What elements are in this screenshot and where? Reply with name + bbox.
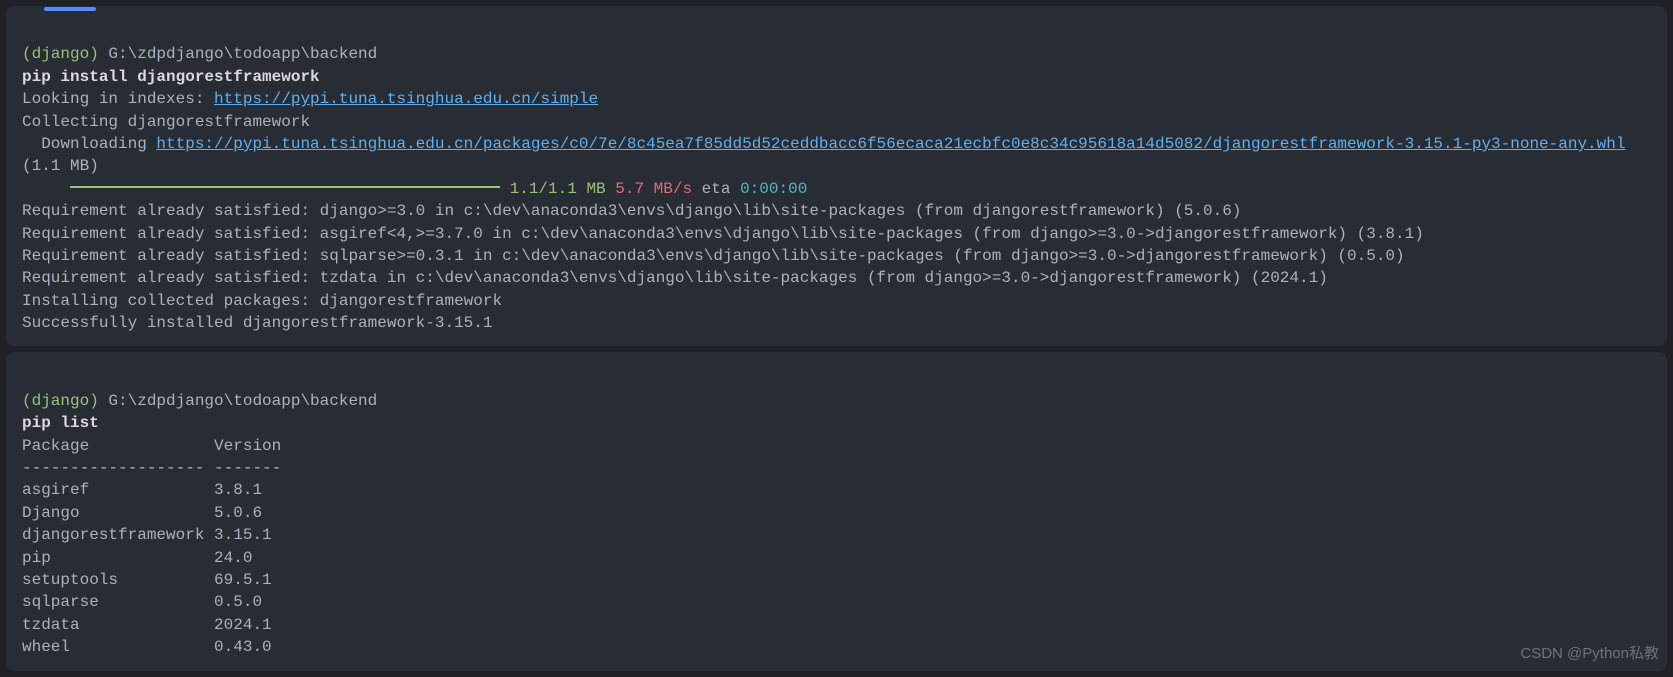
package-list: asgiref 3.8.1 Django 5.0.6 djangorestfra…	[22, 479, 1651, 658]
table-row: tzdata 2024.1	[22, 616, 272, 634]
table-header: Package Version	[22, 437, 281, 455]
output-line: Looking in indexes:	[22, 90, 214, 108]
table-separator: ------------------- -------	[22, 459, 281, 477]
output-line: Successfully installed djangorestframewo…	[22, 314, 492, 332]
table-row: pip 24.0	[22, 549, 252, 567]
progress-eta: 0:00:00	[740, 180, 807, 198]
table-row: asgiref 3.8.1	[22, 481, 262, 499]
watermark: CSDN @Python私教	[1520, 642, 1659, 663]
command-text: pip list	[22, 414, 99, 432]
output-line: Requirement already satisfied: django>=3…	[22, 202, 1241, 220]
progress-bar	[70, 186, 500, 188]
download-url-link[interactable]: https://pypi.tuna.tsinghua.edu.cn/packag…	[156, 135, 1625, 153]
command-text: pip install djangorestframework	[22, 68, 320, 86]
terminal-output-block-2[interactable]: (django) G:\zdpdjango\todoapp\backend pi…	[6, 352, 1667, 670]
progress-indent	[22, 180, 70, 198]
cwd-path: G:\zdpdjango\todoapp\backend	[99, 45, 377, 63]
index-url-link[interactable]: https://pypi.tuna.tsinghua.edu.cn/simple	[214, 90, 598, 108]
output-line: Downloading	[22, 135, 156, 153]
progress-size: 1.1/1.1 MB	[510, 180, 606, 198]
env-name: (django)	[22, 45, 99, 63]
cwd-path: G:\zdpdjango\todoapp\backend	[99, 392, 377, 410]
progress-eta-label: eta	[692, 180, 740, 198]
table-row: wheel 0.43.0	[22, 638, 272, 656]
progress-speed: 5.7 MB/s	[615, 180, 692, 198]
output-line: Collecting djangorestframework	[22, 113, 310, 131]
output-line: Installing collected packages: djangores…	[22, 292, 502, 310]
table-row: setuptools 69.5.1	[22, 571, 272, 589]
table-row: Django 5.0.6	[22, 504, 262, 522]
output-line: Requirement already satisfied: tzdata in…	[22, 269, 1328, 287]
terminal-output-block-1[interactable]: (django) G:\zdpdjango\todoapp\backend pi…	[6, 6, 1667, 346]
env-name: (django)	[22, 392, 99, 410]
table-row: djangorestframework 3.15.1	[22, 526, 272, 544]
table-row: sqlparse 0.5.0	[22, 593, 262, 611]
output-line: Requirement already satisfied: asgiref<4…	[22, 225, 1424, 243]
output-line: Requirement already satisfied: sqlparse>…	[22, 247, 1405, 265]
